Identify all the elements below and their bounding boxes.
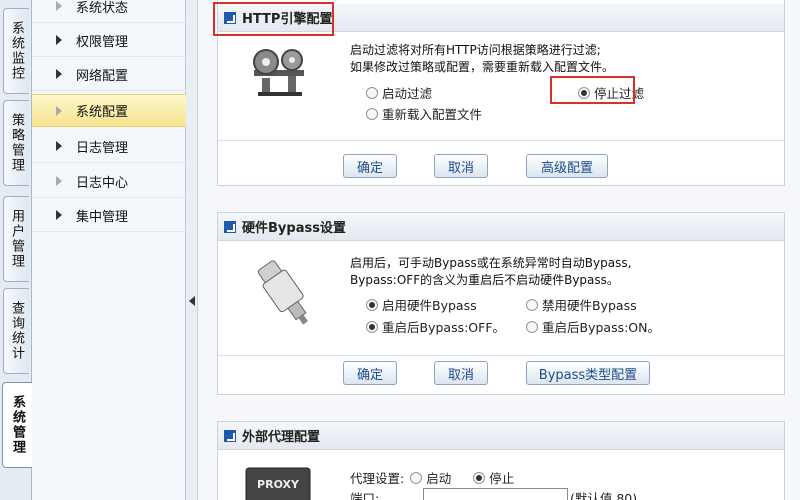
sidebar-item-central-management[interactable]: 集中管理 bbox=[32, 199, 186, 232]
tab-policy-management[interactable]: 策略管理 bbox=[3, 100, 29, 186]
chevron-right-icon bbox=[56, 1, 62, 11]
port-hint: (默认值 80) bbox=[570, 491, 638, 500]
main-content: HTTP引擎配置 启动过滤将对所有HTTP访问根据策略进行过滤; 如果修改过策略… bbox=[199, 0, 800, 500]
desc-line: 启用后，可手动Bypass或在系统异常时自动Bypass, bbox=[350, 256, 632, 270]
chevron-right-icon bbox=[56, 105, 62, 116]
bypass-panel: 硬件Bypass设置 启用后，可手动Bypass或在系统异常时自动Bypass,… bbox=[217, 212, 785, 395]
sidebar-item-permission[interactable]: 权限管理 bbox=[32, 24, 186, 57]
sidebar-item-label: 网络配置 bbox=[76, 68, 129, 84]
gears-icon bbox=[253, 49, 304, 96]
proxy-setting-label: 代理设置: bbox=[350, 471, 405, 486]
radio-bypass-off[interactable]: 重启后Bypass:OFF。 bbox=[366, 317, 505, 336]
proxy-panel: 外部代理配置 PROXY 代理设置: 启动 停止 端口: (默认值 80) bbox=[217, 421, 785, 500]
proxy-setting-row: 代理设置: 启动 停止 bbox=[350, 468, 514, 487]
panel-title: 硬件Bypass设置 bbox=[242, 221, 346, 236]
port-hint-row: (默认值 80) bbox=[570, 488, 637, 500]
radio-button[interactable] bbox=[473, 471, 486, 484]
sidebar-item-label: 系统状态 bbox=[76, 0, 129, 16]
tab-query-statistics[interactable]: 查询统计 bbox=[3, 288, 29, 374]
radio-label: 启用硬件Bypass bbox=[382, 298, 477, 313]
section-arrow-icon bbox=[224, 429, 236, 442]
http-cancel-button[interactable]: 取消 bbox=[434, 154, 488, 178]
sidebar-splitter[interactable] bbox=[186, 0, 198, 500]
proxy-chip-text: PROXY bbox=[257, 478, 300, 491]
bypass-cancel-button[interactable]: 取消 bbox=[434, 361, 488, 385]
sidebar-item-label: 权限管理 bbox=[76, 34, 129, 50]
radio-label: 禁用硬件Bypass bbox=[542, 298, 637, 313]
radio-button[interactable] bbox=[526, 298, 538, 311]
chevron-right-icon bbox=[56, 69, 62, 79]
tab-system-monitor[interactable]: 系统监控 bbox=[3, 8, 29, 94]
sidebar-menu: 系统状态 权限管理 网络配置 系统配置 日志管理 日志中心 集中管理 bbox=[32, 0, 186, 500]
radio-label: 启动 bbox=[426, 471, 452, 486]
http-description: 启动过滤将对所有HTTP访问根据策略进行过滤; 如果修改过策略或配置，需要重新载… bbox=[350, 42, 614, 76]
bypass-panel-header: 硬件Bypass设置 bbox=[218, 213, 784, 241]
radio-label: 重新载入配置文件 bbox=[382, 107, 483, 122]
sidebar-item-label: 日志中心 bbox=[76, 175, 129, 191]
radio-label: 启动过滤 bbox=[382, 86, 433, 101]
chevron-right-icon bbox=[56, 210, 62, 220]
vertical-tab-bar: 系统监控 策略管理 用户管理 查询统计 系统管理 bbox=[0, 0, 32, 500]
radio-button[interactable] bbox=[410, 471, 423, 484]
radio-label: 停止 bbox=[489, 471, 515, 486]
bypass-plug-icon bbox=[257, 260, 308, 325]
radio-label: 重启后Bypass:OFF。 bbox=[382, 320, 506, 335]
desc-line: Bypass:OFF的含义为重启后不启动硬件Bypass。 bbox=[350, 273, 619, 287]
port-label-row: 端口: bbox=[350, 488, 379, 500]
radio-button[interactable] bbox=[366, 298, 378, 311]
radio-disable-bypass[interactable]: 禁用硬件Bypass bbox=[526, 295, 637, 314]
chevron-right-icon bbox=[56, 176, 62, 186]
desc-line: 如果修改过策略或配置，需要重新载入配置文件。 bbox=[350, 60, 615, 74]
sidebar-item-network[interactable]: 网络配置 bbox=[32, 58, 186, 91]
chevron-right-icon bbox=[56, 141, 62, 151]
radio-start-filter[interactable]: 启动过滤 bbox=[366, 83, 432, 102]
radio-button[interactable] bbox=[366, 86, 378, 99]
http-advanced-button[interactable]: 高级配置 bbox=[526, 154, 608, 178]
bypass-ok-button[interactable]: 确定 bbox=[343, 361, 397, 385]
port-input[interactable] bbox=[423, 488, 568, 500]
sidebar-item-system-status[interactable]: 系统状态 bbox=[32, 0, 186, 23]
sidebar-item-label: 集中管理 bbox=[76, 209, 129, 225]
proxy-panel-header: 外部代理配置 bbox=[218, 422, 784, 450]
panel-title: 外部代理配置 bbox=[242, 430, 321, 445]
desc-line: 启动过滤将对所有HTTP访问根据策略进行过滤; bbox=[350, 43, 601, 57]
sidebar-item-system-config[interactable]: 系统配置 bbox=[32, 94, 186, 127]
sidebar-item-log-center[interactable]: 日志中心 bbox=[32, 165, 186, 198]
radio-button[interactable] bbox=[366, 107, 378, 120]
radio-reload-config[interactable]: 重新载入配置文件 bbox=[366, 104, 482, 123]
radio-enable-bypass[interactable]: 启用硬件Bypass bbox=[366, 295, 477, 314]
highlight-box bbox=[550, 76, 635, 104]
radio-button[interactable] bbox=[366, 320, 378, 333]
sidebar-item-label: 系统配置 bbox=[76, 105, 129, 120]
radio-bypass-on[interactable]: 重启后Bypass:ON。 bbox=[526, 317, 660, 336]
sidebar-item-label: 日志管理 bbox=[76, 140, 129, 156]
tab-user-management[interactable]: 用户管理 bbox=[3, 196, 29, 282]
divider bbox=[218, 355, 784, 356]
divider bbox=[218, 140, 784, 141]
tab-system-management[interactable]: 系统管理 bbox=[2, 382, 32, 468]
http-ok-button[interactable]: 确定 bbox=[343, 154, 397, 178]
proxy-chip-icon: PROXY bbox=[245, 467, 311, 500]
chevron-right-icon bbox=[56, 35, 62, 45]
port-label: 端口: bbox=[350, 491, 380, 500]
sidebar-item-log-management[interactable]: 日志管理 bbox=[32, 130, 186, 163]
section-arrow-icon bbox=[224, 220, 236, 233]
radio-label: 重启后Bypass:ON。 bbox=[542, 320, 660, 335]
radio-button[interactable] bbox=[526, 320, 538, 333]
highlight-box bbox=[213, 2, 334, 36]
collapse-arrow-icon[interactable] bbox=[189, 296, 195, 306]
bypass-description: 启用后，可手动Bypass或在系统异常时自动Bypass, Bypass:OFF… bbox=[350, 255, 631, 289]
bypass-type-button[interactable]: Bypass类型配置 bbox=[526, 361, 650, 385]
